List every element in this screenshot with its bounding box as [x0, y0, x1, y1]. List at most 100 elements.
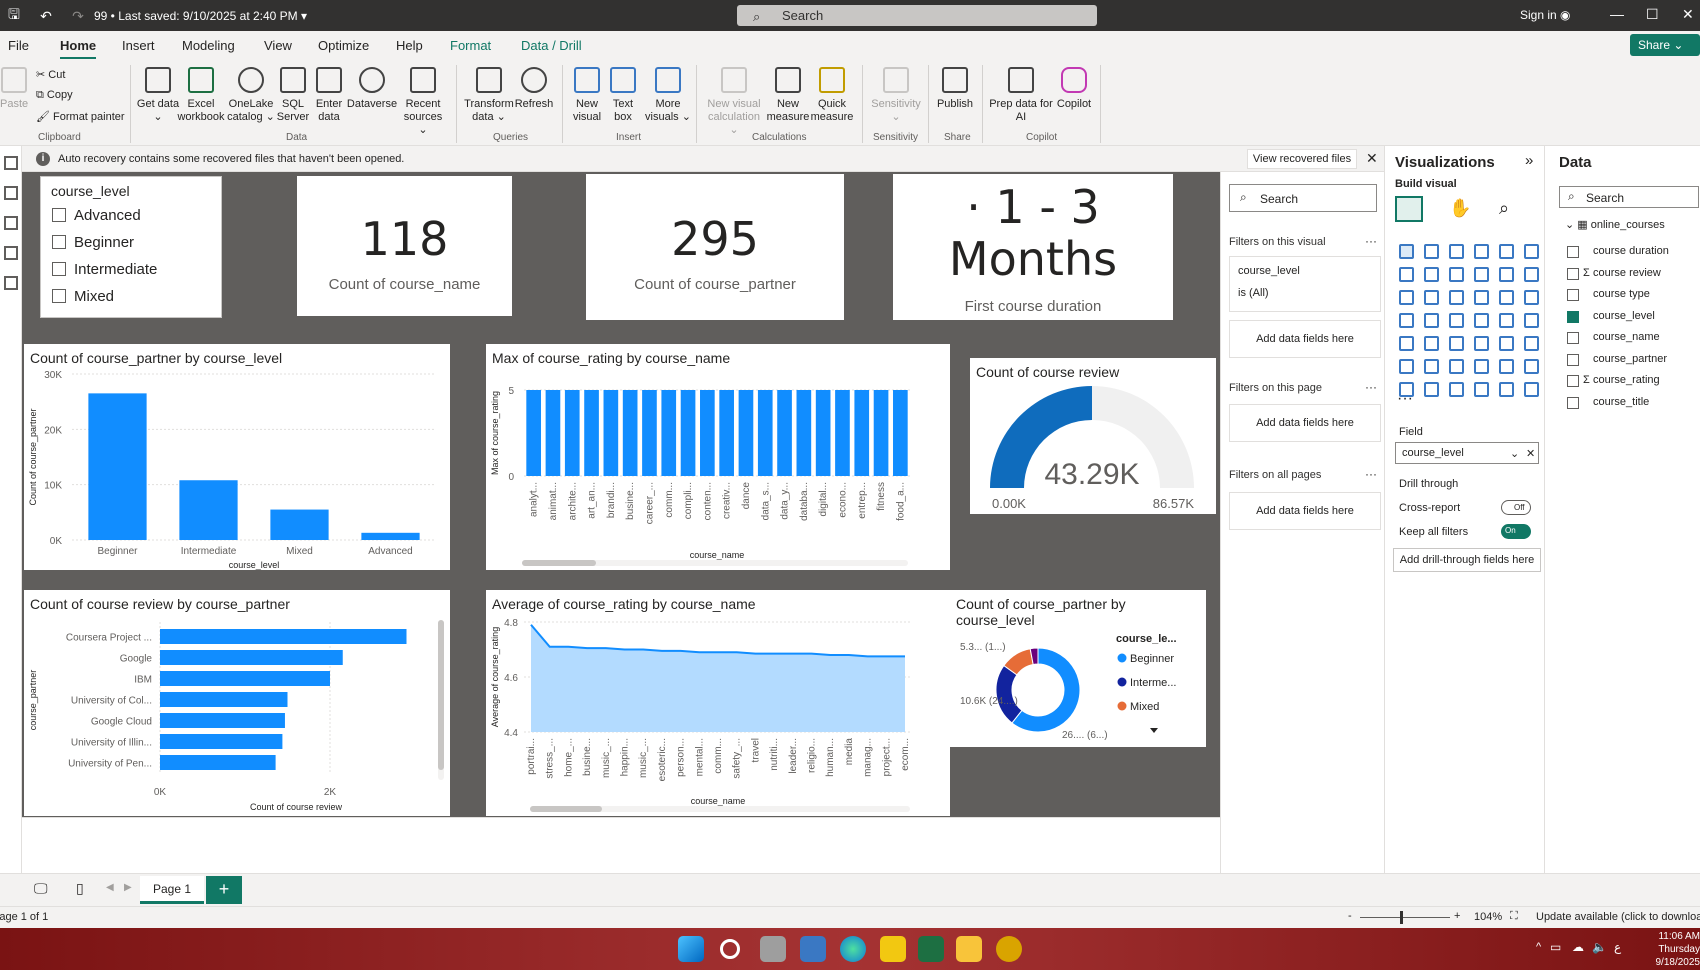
more-visuals-icon[interactable]: ··· — [1397, 390, 1413, 408]
visual-type-icon[interactable] — [1449, 290, 1464, 305]
quick-measure-button[interactable]: Quick measure — [808, 67, 856, 124]
prev-page-icon[interactable]: ◀ — [106, 882, 114, 893]
visual-type-icon[interactable] — [1449, 382, 1464, 397]
visual-type-icon[interactable] — [1524, 336, 1539, 351]
chevron-down-icon[interactable]: ⌄ — [1510, 447, 1519, 460]
chart-gauge-course-review[interactable]: Count of course review 43.29K 0.00K 86.57K — [970, 358, 1216, 514]
recent-sources-button[interactable]: Recent sources ⌄ — [398, 67, 448, 137]
chrome-icon[interactable] — [996, 936, 1022, 962]
sign-in-button[interactable]: Sign in ◉ — [1520, 8, 1571, 22]
checkbox-icon[interactable] — [52, 208, 66, 222]
clock[interactable]: 11:06 AM Thursday 9/18/2025 — [1648, 930, 1700, 969]
visual-type-icon[interactable] — [1399, 267, 1414, 282]
chart-max-rating[interactable]: Max of course_rating by course_name 5 0 an… — [486, 344, 950, 570]
mobile-layout-icon[interactable]: ▯ — [76, 880, 84, 897]
visual-type-icon[interactable] — [1499, 313, 1514, 328]
visual-type-icon[interactable] — [1474, 382, 1489, 397]
visual-type-icon[interactable] — [1424, 267, 1439, 282]
widgets-icon[interactable] — [800, 936, 826, 962]
start-icon[interactable] — [678, 936, 704, 962]
close-notice-icon[interactable]: ✕ — [1366, 150, 1378, 167]
field-checkbox[interactable] — [1567, 396, 1579, 409]
add-all-filter-dropzone[interactable]: Add data fields here — [1229, 492, 1381, 530]
more-visuals-button[interactable]: More visuals ⌄ — [644, 67, 692, 124]
model-view-icon[interactable] — [4, 216, 18, 230]
field-well-course-level[interactable]: course_level ⌄ ✕ — [1395, 442, 1539, 464]
format-painter-button[interactable]: 🖌 Format painter — [36, 110, 125, 123]
view-recovered-files-button[interactable]: View recovered files — [1247, 149, 1357, 169]
text-box-button[interactable]: Text box — [608, 67, 638, 124]
data-field-item[interactable]: course_level — [1593, 310, 1655, 322]
checkbox-icon[interactable] — [52, 262, 66, 276]
network-icon[interactable]: ▭ — [1550, 940, 1561, 954]
more-options-icon[interactable]: ··· — [1365, 467, 1377, 481]
remove-field-icon[interactable]: ✕ — [1526, 447, 1535, 460]
add-page-filter-dropzone[interactable]: Add data fields here — [1229, 404, 1381, 442]
tab-insert[interactable]: Insert — [122, 38, 155, 53]
table-view-icon[interactable] — [4, 186, 18, 200]
visual-type-icon[interactable] — [1424, 336, 1439, 351]
filter-card-course-level[interactable]: course_level is (All) — [1229, 256, 1381, 312]
close-icon[interactable]: ✕ — [1682, 6, 1694, 23]
visual-type-icon[interactable] — [1449, 313, 1464, 328]
visual-type-icon[interactable] — [1499, 382, 1514, 397]
save-icon[interactable]: 🖫 — [4, 6, 24, 25]
next-page-icon[interactable]: ▶ — [124, 882, 132, 893]
tab-help[interactable]: Help — [396, 38, 423, 53]
field-checkbox[interactable] — [1567, 310, 1579, 323]
chart-partner-by-level[interactable]: Count of course_partner by course_level … — [24, 344, 450, 570]
sensitivity-button[interactable]: Sensitivity ⌄ — [868, 67, 924, 124]
visual-type-icon[interactable] — [1399, 336, 1414, 351]
tab-optimize[interactable]: Optimize — [318, 38, 369, 53]
edge-icon[interactable] — [840, 936, 866, 962]
data-field-item[interactable]: course duration — [1593, 245, 1669, 257]
checkbox-icon[interactable] — [52, 289, 66, 303]
checkbox-icon[interactable] — [52, 235, 66, 249]
visual-type-icon[interactable] — [1474, 359, 1489, 374]
tray-chevron-icon[interactable]: ^ — [1536, 941, 1541, 953]
tab-view[interactable]: View — [264, 38, 292, 53]
new-measure-button[interactable]: New measure — [764, 67, 812, 124]
slicer-option-mixed[interactable]: Mixed — [52, 288, 114, 305]
undo-icon[interactable]: ↶ — [36, 7, 56, 25]
visual-type-icon[interactable] — [1449, 359, 1464, 374]
format-visual-icon[interactable]: ✋ — [1449, 198, 1471, 219]
visual-type-icon[interactable] — [1424, 244, 1439, 259]
course-level-slicer[interactable]: course_level Advanced Beginner Intermedi… — [40, 176, 222, 318]
excel-icon[interactable] — [918, 936, 944, 962]
tab-modeling[interactable]: Modeling — [182, 38, 235, 53]
report-view-icon[interactable] — [4, 156, 18, 170]
more-options-icon[interactable]: ··· — [1365, 380, 1377, 394]
global-search[interactable]: ⌕ Search — [737, 5, 1097, 26]
redo-icon[interactable]: ↷ — [68, 7, 88, 25]
slicer-option-intermediate[interactable]: Intermediate — [52, 261, 157, 278]
visual-type-icon[interactable] — [1499, 359, 1514, 374]
visual-type-icon[interactable] — [1474, 313, 1489, 328]
visual-type-icon[interactable] — [1524, 382, 1539, 397]
visual-type-icon[interactable] — [1449, 267, 1464, 282]
visual-type-icon[interactable] — [1474, 244, 1489, 259]
add-drill-through-dropzone[interactable]: Add drill-through fields here — [1393, 548, 1541, 572]
visual-type-icon[interactable] — [1474, 267, 1489, 282]
visual-type-icon[interactable] — [1424, 313, 1439, 328]
field-checkbox[interactable] — [1567, 375, 1579, 387]
build-visual-tab-icon[interactable] — [1395, 196, 1423, 222]
zoom-in-icon[interactable]: + — [1454, 910, 1460, 922]
chart-avg-rating[interactable]: Average of course_rating by course_name … — [486, 590, 950, 816]
visual-type-icon[interactable] — [1474, 336, 1489, 351]
field-checkbox[interactable] — [1567, 289, 1579, 301]
add-visual-filter-dropzone[interactable]: Add data fields here — [1229, 320, 1381, 358]
field-checkbox[interactable] — [1567, 267, 1579, 280]
data-field-item[interactable]: course type — [1593, 288, 1650, 300]
visual-type-icon[interactable] — [1399, 244, 1414, 259]
refresh-button[interactable]: Refresh — [510, 67, 558, 111]
new-visual-button[interactable]: New visual — [562, 67, 612, 124]
tab-file[interactable]: File — [8, 38, 29, 53]
document-title[interactable]: 99 • Last saved: 9/10/2025 at 2:40 PM ▾ — [94, 9, 307, 23]
field-checkbox[interactable] — [1567, 332, 1579, 344]
zoom-slider[interactable] — [1360, 917, 1450, 918]
maximize-icon[interactable]: ☐ — [1646, 6, 1659, 23]
task-view-icon[interactable] — [760, 936, 786, 962]
tab-format[interactable]: Format — [450, 38, 491, 53]
filter-search-input[interactable]: ⌕ Search — [1229, 184, 1377, 212]
